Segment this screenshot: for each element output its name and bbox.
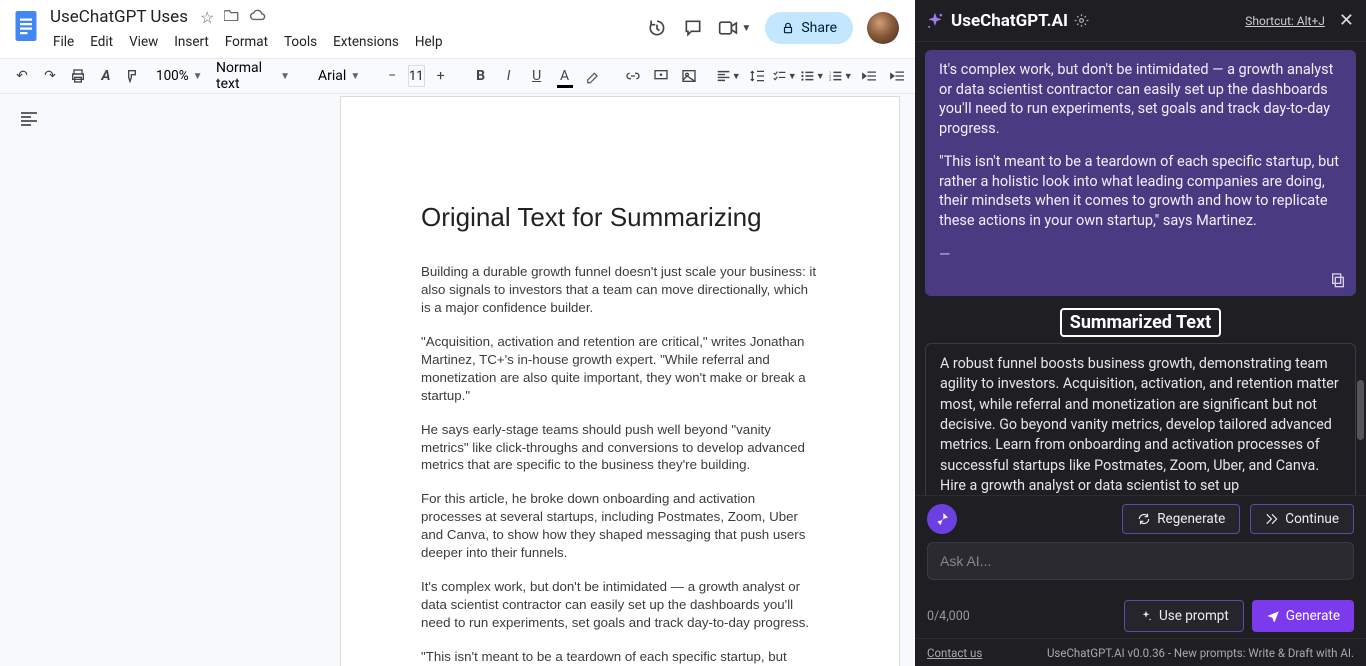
- ext-header: UseChatGPT.AI Shortcut: Alt+J ✕: [915, 0, 1366, 42]
- menu-help[interactable]: Help: [408, 30, 450, 54]
- spellcheck-icon[interactable]: A: [94, 63, 118, 89]
- header-right: ▼ Share: [646, 6, 905, 44]
- summary-card: A robust funnel boosts business growth, …: [925, 343, 1356, 495]
- context-text: "This isn't meant to be a teardown of ea…: [939, 152, 1342, 230]
- menu-bar: File Edit View Insert Format Tools Exten…: [46, 30, 450, 54]
- font-size-increase[interactable]: +: [429, 63, 453, 89]
- doc-paragraph: For this article, he broke down onboardi…: [421, 490, 819, 562]
- highlight-button[interactable]: [581, 63, 605, 89]
- insert-image-icon[interactable]: [677, 63, 701, 89]
- summary-text: A robust funnel boosts business growth, …: [940, 354, 1341, 495]
- underline-button[interactable]: U: [525, 63, 549, 89]
- print-icon[interactable]: [66, 63, 90, 89]
- ask-ai-input[interactable]: [927, 542, 1354, 580]
- history-icon[interactable]: [646, 17, 668, 39]
- summary-heading: Summarized Text: [1060, 308, 1222, 337]
- font-family-dropdown[interactable]: Arial▼: [312, 68, 364, 84]
- meet-button[interactable]: ▼: [718, 20, 751, 36]
- redo-icon[interactable]: ↷: [38, 63, 62, 89]
- docs-header: UseChatGPT Uses ☆ File Edit View Insert …: [0, 0, 915, 58]
- svg-text:3: 3: [829, 78, 831, 82]
- settings-icon[interactable]: [1074, 13, 1089, 28]
- title-area: UseChatGPT Uses ☆ File Edit View Insert …: [46, 6, 450, 54]
- doc-paragraph: Building a durable growth funnel doesn't…: [421, 263, 819, 317]
- ext-footer: Contact us UseChatGPT.AI v0.0.36 - New p…: [915, 638, 1366, 666]
- generate-button[interactable]: Generate: [1252, 600, 1354, 632]
- line-spacing-dropdown[interactable]: [745, 63, 769, 89]
- paragraph-style-dropdown[interactable]: Normal text▼: [210, 60, 296, 92]
- insert-comment-icon[interactable]: [649, 63, 673, 89]
- menu-file[interactable]: File: [46, 30, 81, 54]
- font-size-input[interactable]: 11: [408, 65, 425, 87]
- align-dropdown[interactable]: ▼: [717, 63, 741, 89]
- increase-indent-icon[interactable]: [885, 63, 909, 89]
- paint-format-icon[interactable]: [122, 63, 146, 89]
- share-label: Share: [801, 20, 837, 36]
- contact-link[interactable]: Contact us: [927, 646, 982, 660]
- menu-format[interactable]: Format: [218, 30, 275, 54]
- avatar[interactable]: [867, 12, 899, 44]
- insert-link-icon[interactable]: [621, 63, 645, 89]
- sparkle-icon: [925, 11, 945, 31]
- share-button[interactable]: Share: [765, 12, 853, 44]
- doc-paragraph: He says early-stage teams should push we…: [421, 421, 819, 475]
- continue-button[interactable]: Continue: [1250, 504, 1354, 534]
- copy-icon[interactable]: [1330, 272, 1346, 288]
- font-size-decrease[interactable]: −: [380, 63, 404, 89]
- menu-tools[interactable]: Tools: [277, 30, 324, 54]
- refresh-icon: [1137, 512, 1151, 526]
- comments-icon[interactable]: [682, 17, 704, 39]
- doc-paragraph: It's complex work, but don't be intimida…: [421, 578, 819, 632]
- send-icon: [1266, 610, 1280, 622]
- menu-insert[interactable]: Insert: [167, 30, 216, 54]
- google-docs-app: UseChatGPT Uses ☆ File Edit View Insert …: [0, 0, 915, 666]
- bulleted-list-dropdown[interactable]: ▼: [801, 63, 825, 89]
- star-icon[interactable]: ☆: [200, 8, 214, 27]
- ext-title: UseChatGPT.AI: [951, 11, 1068, 31]
- context-text: It's complex work, but don't be intimida…: [939, 60, 1342, 138]
- docs-logo-icon[interactable]: [8, 6, 44, 46]
- close-icon[interactable]: ✕: [1339, 10, 1354, 31]
- version-text: UseChatGPT.AI v0.0.36 - New prompts: Wri…: [1047, 646, 1354, 660]
- text-color-button[interactable]: A: [553, 63, 577, 89]
- context-text: —: [939, 245, 1342, 265]
- context-card: It's complex work, but don't be intimida…: [925, 50, 1356, 296]
- outline-toggle-icon[interactable]: [18, 108, 40, 130]
- ext-controls: Regenerate Continue 0/4,000 Use prompt G…: [915, 495, 1366, 638]
- numbered-list-dropdown[interactable]: 123▼: [829, 63, 853, 89]
- sparkle-icon: [1139, 609, 1153, 623]
- italic-button[interactable]: I: [497, 63, 521, 89]
- usechatgpt-sidebar: UseChatGPT.AI Shortcut: Alt+J ✕ It's com…: [915, 0, 1366, 666]
- doc-heading: Original Text for Summarizing: [421, 202, 819, 233]
- use-prompt-button[interactable]: Use prompt: [1124, 600, 1244, 632]
- cloud-status-icon[interactable]: [249, 8, 266, 27]
- checklist-dropdown[interactable]: ▼: [773, 63, 797, 89]
- forward-icon: [1265, 513, 1279, 525]
- scrollbar-thumb[interactable]: [1357, 380, 1364, 440]
- menu-extensions[interactable]: Extensions: [326, 30, 406, 54]
- doc-paragraph: "This isn't meant to be a teardown of ea…: [421, 648, 819, 666]
- doc-paragraph: "Acquisition, activation and retention a…: [421, 333, 819, 405]
- document-canvas[interactable]: Original Text for Summarizing Building a…: [0, 94, 915, 666]
- ext-body: It's complex work, but don't be intimida…: [915, 42, 1366, 495]
- toolbar: ↶ ↷ A 100%▼ Normal text▼ Arial▼ − 11 + B…: [0, 58, 915, 94]
- lock-icon: [781, 21, 795, 35]
- document-page[interactable]: Original Text for Summarizing Building a…: [340, 96, 900, 666]
- zoom-dropdown[interactable]: 100%▼: [150, 68, 194, 84]
- move-icon[interactable]: [224, 8, 239, 27]
- char-counter: 0/4,000: [927, 609, 970, 624]
- regenerate-button[interactable]: Regenerate: [1122, 504, 1240, 534]
- undo-icon[interactable]: ↶: [10, 63, 34, 89]
- menu-view[interactable]: View: [122, 30, 165, 54]
- menu-edit[interactable]: Edit: [83, 30, 120, 54]
- shortcut-label[interactable]: Shortcut: Alt+J: [1245, 14, 1325, 28]
- bold-button[interactable]: B: [469, 63, 493, 89]
- clear-button[interactable]: [927, 504, 957, 534]
- doc-title[interactable]: UseChatGPT Uses: [46, 6, 192, 28]
- decrease-indent-icon[interactable]: [857, 63, 881, 89]
